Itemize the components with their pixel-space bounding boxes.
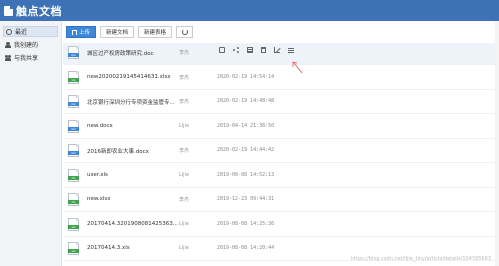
annotation-arrow [292,61,303,74]
sidebar-item-created-by-me[interactable]: 我创建的 [3,39,58,50]
main-content: 上传 新建文档 新建表格 doc 城区过产权房政策研究.doc 李杰 xls new20… [63,21,499,266]
sidebar-item-label: 与我共享 [14,55,39,62]
sidebar-item-label: 最近 [15,29,28,36]
scrollbar[interactable] [495,21,499,266]
watermark: https://blog.csdn.net/lijie_tiny/article… [350,256,491,262]
users-icon [5,54,11,61]
clock-icon [6,28,12,35]
logo-icon [4,5,13,16]
user-icon [5,41,11,48]
sidebar-item-recent[interactable]: 最近 [3,26,58,37]
app-title: 触点文档 [16,4,62,18]
app-header: 触点文档 [0,0,499,21]
sidebar-item-label: 我创建的 [14,42,39,49]
sidebar-item-shared-with-me[interactable]: 与我共享 [3,52,58,63]
sidebar: 最近 我创建的 与我共享 [0,21,62,266]
